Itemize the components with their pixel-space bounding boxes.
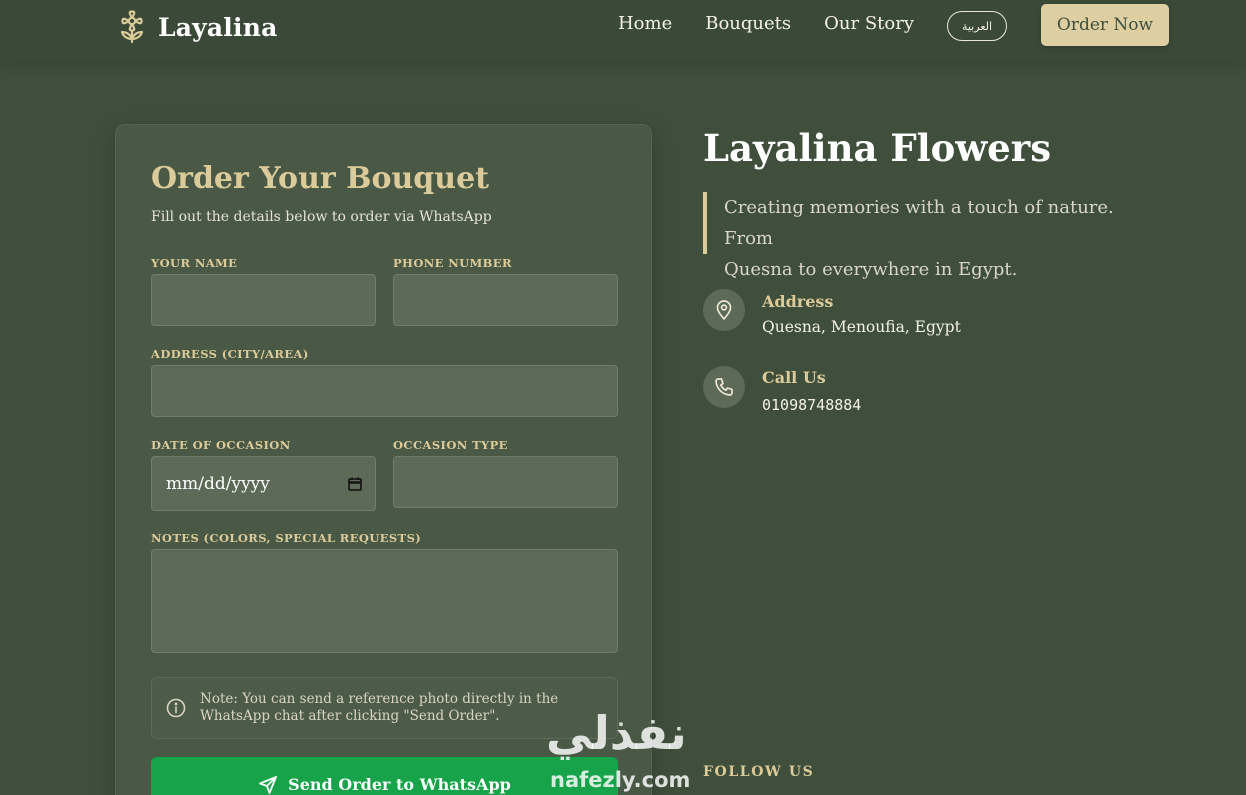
phone-label: PHONE NUMBER: [393, 256, 512, 270]
send-icon: [259, 776, 278, 794]
calendar-icon[interactable]: [347, 476, 363, 492]
address-input[interactable]: [151, 365, 618, 417]
note-line-1: Note: You can send a reference photo dir…: [200, 691, 559, 707]
flower-icon: [120, 10, 144, 44]
form-subtitle: Fill out the details below to order via …: [151, 209, 492, 225]
note-text: Note: You can send a reference photo dir…: [200, 691, 558, 725]
occasion-label: OCCASION TYPE: [393, 438, 508, 452]
phone-input[interactable]: [393, 274, 618, 326]
name-input[interactable]: [151, 274, 376, 326]
occasion-input[interactable]: [393, 456, 618, 508]
quote-line-2: Quesna to everywhere in Egypt.: [724, 259, 1018, 280]
brand-name: Layalina: [158, 12, 278, 42]
note-line-2: WhatsApp chat after clicking "Send Order…: [200, 708, 500, 724]
top-navbar: Layalina Home Bouquets Our Story العربية…: [0, 0, 1246, 62]
notes-label: NOTES (COLORS, SPECIAL REQUESTS): [151, 531, 422, 545]
address-text: Quesna, Menoufia, Egypt: [762, 318, 961, 336]
notes-textarea[interactable]: [151, 549, 618, 653]
call-heading: Call Us: [762, 368, 826, 387]
quote-line-1: Creating memories with a touch of nature…: [724, 197, 1114, 249]
address-icon-badge: [703, 289, 745, 331]
phone-number[interactable]: 01098748884: [762, 396, 861, 414]
address-label: ADDRESS (CITY/AREA): [151, 347, 309, 361]
order-now-button[interactable]: Order Now: [1041, 4, 1169, 46]
nav-our-story[interactable]: Our Story: [824, 13, 914, 34]
follow-us-heading: FOLLOW US: [703, 764, 815, 780]
info-icon: [166, 698, 186, 718]
phone-icon-badge: [703, 366, 745, 408]
info-title: Layalina Flowers: [703, 126, 1052, 170]
date-label: DATE OF OCCASION: [151, 438, 291, 452]
tagline-quote: Creating memories with a touch of nature…: [703, 192, 1163, 280]
date-placeholder: mm/dd/yyyy: [166, 473, 270, 494]
order-form-card: Order Your Bouquet Fill out the details …: [115, 124, 652, 795]
form-title: Order Your Bouquet: [151, 161, 490, 196]
phone-icon: [715, 378, 733, 396]
brand-logo[interactable]: Layalina: [118, 8, 277, 46]
name-label: YOUR NAME: [151, 256, 238, 270]
nav-bouquets[interactable]: Bouquets: [705, 13, 791, 34]
language-toggle-button[interactable]: العربية: [947, 11, 1007, 41]
watermark: نفذلي nafezly.com: [540, 706, 710, 795]
page: Layalina Home Bouquets Our Story العربية…: [0, 0, 1246, 795]
watermark-arabic: نفذلي: [546, 706, 687, 760]
date-input[interactable]: mm/dd/yyyy: [151, 456, 376, 511]
nav-home[interactable]: Home: [618, 13, 672, 34]
watermark-latin: nafezly.com: [550, 768, 691, 792]
address-heading: Address: [762, 292, 834, 311]
main-nav: Home Bouquets Our Story: [618, 13, 914, 34]
send-button-label: Send Order to WhatsApp: [288, 775, 511, 794]
map-pin-icon: [716, 300, 732, 320]
